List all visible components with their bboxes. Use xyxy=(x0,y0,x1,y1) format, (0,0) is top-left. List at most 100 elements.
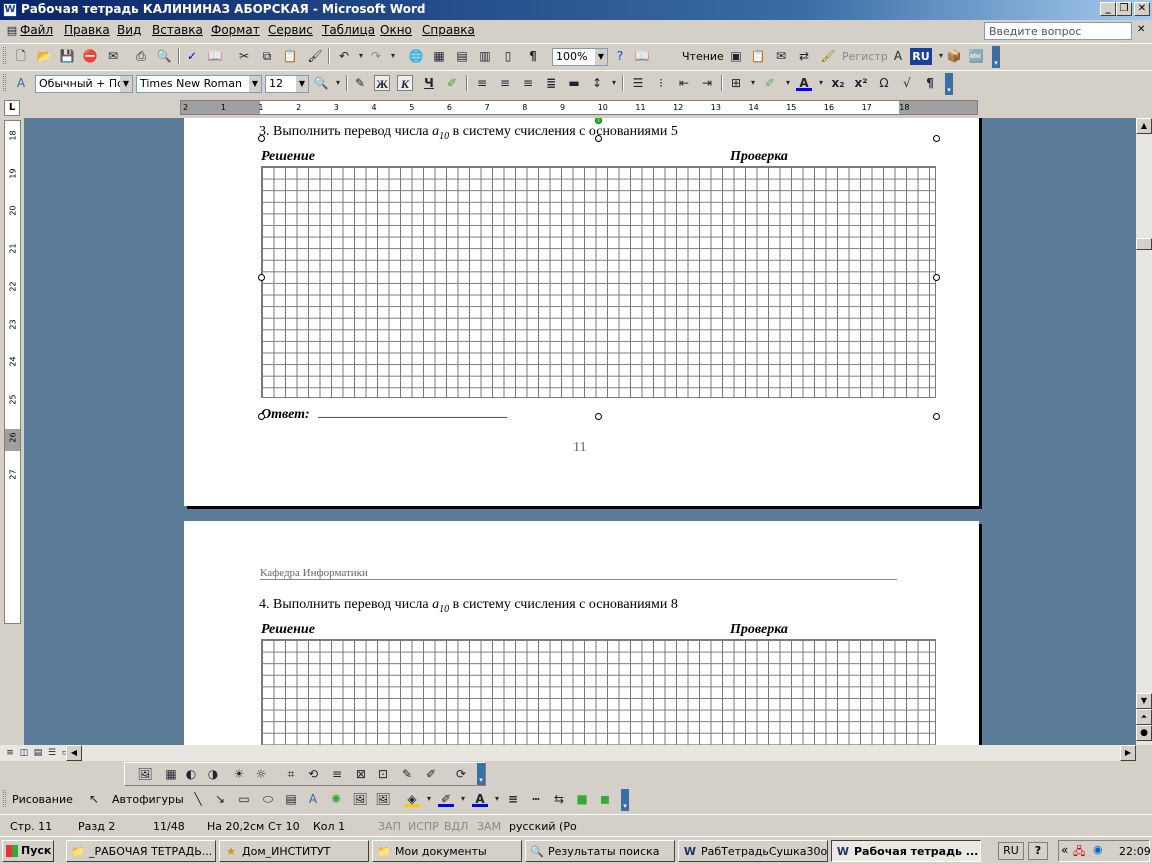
scroll-down-icon[interactable]: ▼ xyxy=(1136,693,1152,709)
copy-icon[interactable]: ⧉ xyxy=(259,48,275,64)
bold-button[interactable]: Ж xyxy=(374,75,390,91)
3d-style-icon[interactable]: ◼ xyxy=(597,791,613,807)
spelling-icon[interactable]: ✓ xyxy=(184,48,200,64)
font-color-dropdown-icon[interactable]: ▾ xyxy=(489,791,505,807)
research-icon[interactable]: 📖 xyxy=(207,48,223,64)
selection-handle[interactable] xyxy=(933,413,940,420)
oval-icon[interactable]: ⬭ xyxy=(260,791,276,807)
insert-picture-icon[interactable]: 🖼 xyxy=(375,791,391,807)
network-disconnected-icon[interactable]: 🖧 xyxy=(1073,843,1085,862)
package-icon[interactable]: 📦 xyxy=(946,48,962,64)
read-mode-label[interactable]: Чтение xyxy=(682,50,724,63)
task-button[interactable]: 🔍 Результаты поиска xyxy=(525,840,675,862)
clip-art-icon[interactable]: 🖼 xyxy=(352,791,368,807)
paste-icon[interactable]: 📋 xyxy=(282,48,298,64)
diagram-icon[interactable]: ✺ xyxy=(328,791,344,807)
show-hidden-icon[interactable]: « xyxy=(1061,843,1068,857)
task-button[interactable]: W РабТетрадьСушка30о... xyxy=(678,840,828,862)
picture-icon[interactable]: 🖼 xyxy=(137,766,153,782)
tables-borders-icon[interactable]: ▦ xyxy=(431,48,447,64)
format-picture-icon[interactable]: ✎ xyxy=(399,766,415,782)
numbering-icon[interactable]: ☰ xyxy=(630,75,646,91)
justify-icon[interactable]: ≣ xyxy=(543,75,559,91)
zoom-doc-icon[interactable]: 🔍 xyxy=(313,75,329,91)
new-icon[interactable]: 🗋 xyxy=(13,48,29,64)
selection-handle[interactable] xyxy=(595,135,602,142)
rotate-left-icon[interactable]: ⟲ xyxy=(305,766,321,782)
zoom-select[interactable]: 100% ▼ xyxy=(552,48,608,66)
line-spacing-dropdown-icon[interactable]: ▾ xyxy=(606,75,622,91)
align-left-icon[interactable]: ≡ xyxy=(474,75,490,91)
redo-dropdown-icon[interactable]: ▾ xyxy=(385,48,401,64)
menu-insert[interactable]: Вставка xyxy=(152,23,203,37)
toolbar-grip[interactable] xyxy=(3,74,6,91)
permission-icon[interactable]: ⛔ xyxy=(82,48,98,64)
selection-handle[interactable] xyxy=(258,135,265,142)
document-menu-icon[interactable]: ▤ xyxy=(4,23,20,39)
hyperlink-icon[interactable]: 🌐 xyxy=(408,48,424,64)
more-brightness-icon[interactable]: ☀ xyxy=(231,766,247,782)
line-color-icon[interactable]: ✐ xyxy=(438,791,454,807)
close-button[interactable]: ✕ xyxy=(1134,2,1150,16)
less-contrast-icon[interactable]: ◑ xyxy=(205,766,221,782)
style-select[interactable]: Обычный + По ц ▼ xyxy=(35,75,133,93)
envelope-icon[interactable]: ✉ xyxy=(773,48,789,64)
task-button[interactable]: 📁 _РАБОЧАЯ ТЕТРАДЬ... xyxy=(66,840,216,862)
toolbar-grip[interactable] xyxy=(3,47,6,64)
line-spacing-icon[interactable]: ↕ xyxy=(589,75,605,91)
font-color-icon[interactable]: A xyxy=(472,791,488,807)
align-center-icon[interactable]: ≡ xyxy=(497,75,513,91)
set-transparent-icon[interactable]: ✐ xyxy=(423,766,439,782)
autoshapes-menu[interactable]: Автофигуры xyxy=(112,793,184,806)
horizontal-ruler[interactable]: 2 1 1 2 3 4 5 6 7 8 9 10 11 12 13 14 15 16 17 18 xyxy=(180,100,978,115)
more-contrast-icon[interactable]: ◐ xyxy=(183,766,199,782)
italic-button[interactable]: К xyxy=(397,75,413,91)
status-overtype[interactable]: ЗАМ xyxy=(477,820,501,833)
toolbar-grip[interactable] xyxy=(3,790,6,807)
language-indicator[interactable]: RU xyxy=(998,842,1024,860)
fill-color-icon[interactable]: ◈ xyxy=(404,791,420,807)
selection-handle[interactable] xyxy=(933,135,940,142)
scroll-up-icon[interactable]: ▲ xyxy=(1136,118,1152,134)
task-button[interactable]: 📁 Мои документы xyxy=(372,840,522,862)
status-track-changes[interactable]: ИСПР xyxy=(408,820,439,833)
graph-paper-grid[interactable] xyxy=(261,166,936,398)
menu-table[interactable]: Таблица xyxy=(322,23,375,37)
graph-paper-grid[interactable] xyxy=(261,639,936,745)
draw-menu[interactable]: Рисование xyxy=(12,793,73,806)
underline-button[interactable]: Ч xyxy=(421,75,437,91)
scroll-left-icon[interactable]: ◀ xyxy=(66,745,82,761)
clipboard-icon[interactable]: 📋 xyxy=(750,48,766,64)
clock[interactable]: 22:09 xyxy=(1119,845,1151,858)
vertical-scrollbar[interactable]: ▲ ▼ ⏶ ● xyxy=(1136,118,1152,745)
borders-dropdown-icon[interactable]: ▾ xyxy=(745,75,761,91)
undo-icon[interactable]: ↶ xyxy=(336,48,352,64)
borders-icon[interactable]: ⊞ xyxy=(728,75,744,91)
wordart-icon[interactable]: A xyxy=(305,791,321,807)
start-button[interactable]: Пуск xyxy=(2,840,54,862)
shadow-style-icon[interactable]: ■ xyxy=(574,791,590,807)
less-brightness-icon[interactable]: ☼ xyxy=(253,766,269,782)
restore-button[interactable]: ❐ xyxy=(1116,2,1132,16)
compress-icon[interactable]: ⊠ xyxy=(353,766,369,782)
close-document-icon[interactable]: ✕ xyxy=(1137,24,1145,35)
line-style-icon[interactable]: ≡ xyxy=(329,766,345,782)
superscript-icon[interactable]: x² xyxy=(853,75,869,91)
cut-icon[interactable]: ✂ xyxy=(236,48,252,64)
minimize-button[interactable]: _ xyxy=(1100,2,1116,16)
language-badge[interactable]: RU xyxy=(910,48,932,65)
toolbar-options-icon[interactable]: ▾ xyxy=(945,73,953,95)
font-size-change-icon[interactable]: A xyxy=(890,48,906,64)
increase-indent-icon[interactable]: ⇥ xyxy=(699,75,715,91)
equation-icon[interactable]: √ xyxy=(899,75,915,91)
ask-question-input[interactable]: Введите вопрос xyxy=(984,22,1132,40)
translate-icon[interactable]: ⇄ xyxy=(796,48,812,64)
selection-handle[interactable] xyxy=(258,274,265,281)
word-app-icon[interactable]: W xyxy=(3,3,17,17)
symbol-icon[interactable]: Ω xyxy=(876,75,892,91)
bullets-icon[interactable]: ⁝ xyxy=(653,75,669,91)
print-icon[interactable]: ⎙ xyxy=(133,48,149,64)
highlight-dropdown-icon[interactable]: ▾ xyxy=(780,75,796,91)
insert-excel-icon[interactable]: ▥ xyxy=(477,48,493,64)
spell-abc-icon[interactable]: 🔤 xyxy=(968,48,984,64)
